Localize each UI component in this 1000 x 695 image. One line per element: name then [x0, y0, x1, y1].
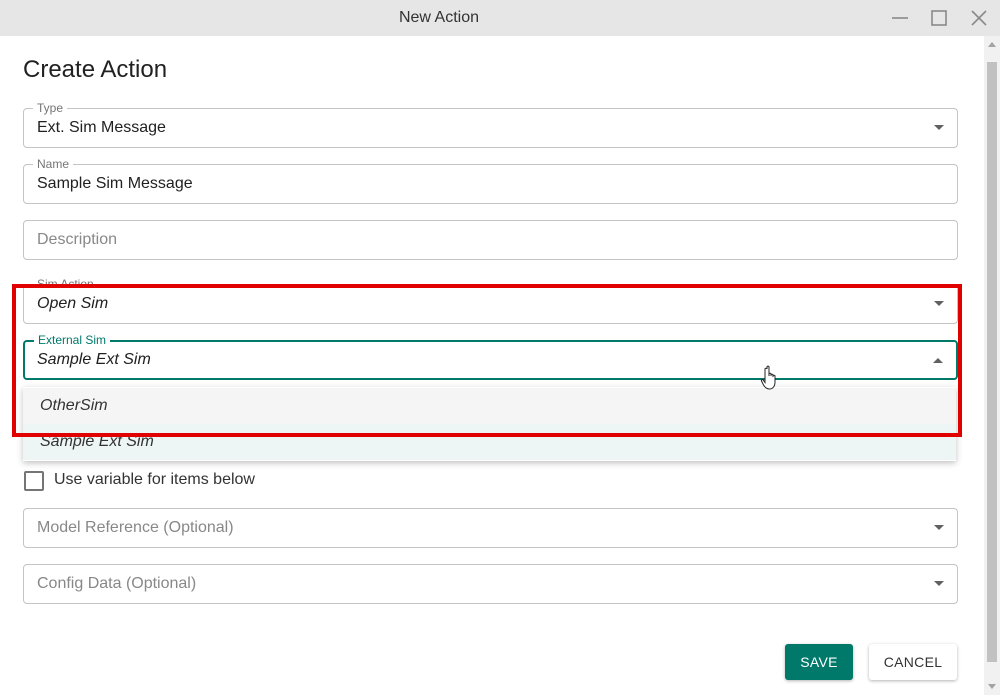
model-reference-placeholder: Model Reference (Optional) [37, 519, 234, 536]
name-value: Sample Sim Message [37, 175, 193, 192]
maximize-icon[interactable] [926, 6, 952, 30]
scrollbar-thumb[interactable] [987, 62, 997, 662]
config-data-select[interactable]: Config Data (Optional) [23, 564, 958, 604]
scroll-down-icon[interactable] [988, 684, 996, 689]
cancel-button[interactable]: CANCEL [869, 644, 957, 680]
name-field[interactable]: Name Sample Sim Message [23, 157, 958, 204]
page-title: Create Action [23, 56, 168, 83]
type-value: Ext. Sim Message [37, 119, 166, 136]
chevron-down-icon [934, 125, 944, 130]
chevron-down-icon [934, 581, 944, 586]
scroll-up-icon[interactable] [988, 42, 996, 47]
name-label: Name [33, 157, 74, 171]
window-title: New Action [398, 9, 480, 26]
type-label: Type [33, 101, 68, 115]
vertical-scrollbar[interactable] [984, 36, 1000, 695]
config-data-placeholder: Config Data (Optional) [37, 575, 197, 592]
use-variable-checkbox[interactable] [24, 471, 44, 491]
use-variable-label: Use variable for items below [54, 471, 255, 488]
annotation-highlight-box [12, 284, 962, 437]
close-icon[interactable] [966, 6, 992, 30]
model-reference-select[interactable]: Model Reference (Optional) [23, 508, 958, 548]
description-placeholder: Description [37, 231, 118, 248]
save-button[interactable]: SAVE [785, 644, 853, 680]
hand-pointer-icon [760, 365, 782, 391]
description-field[interactable]: Description [23, 220, 958, 260]
window-titlebar: New Action [0, 0, 1000, 36]
minimize-icon[interactable] [887, 6, 913, 30]
type-select[interactable]: Type Ext. Sim Message [23, 101, 958, 148]
chevron-down-icon [934, 525, 944, 530]
